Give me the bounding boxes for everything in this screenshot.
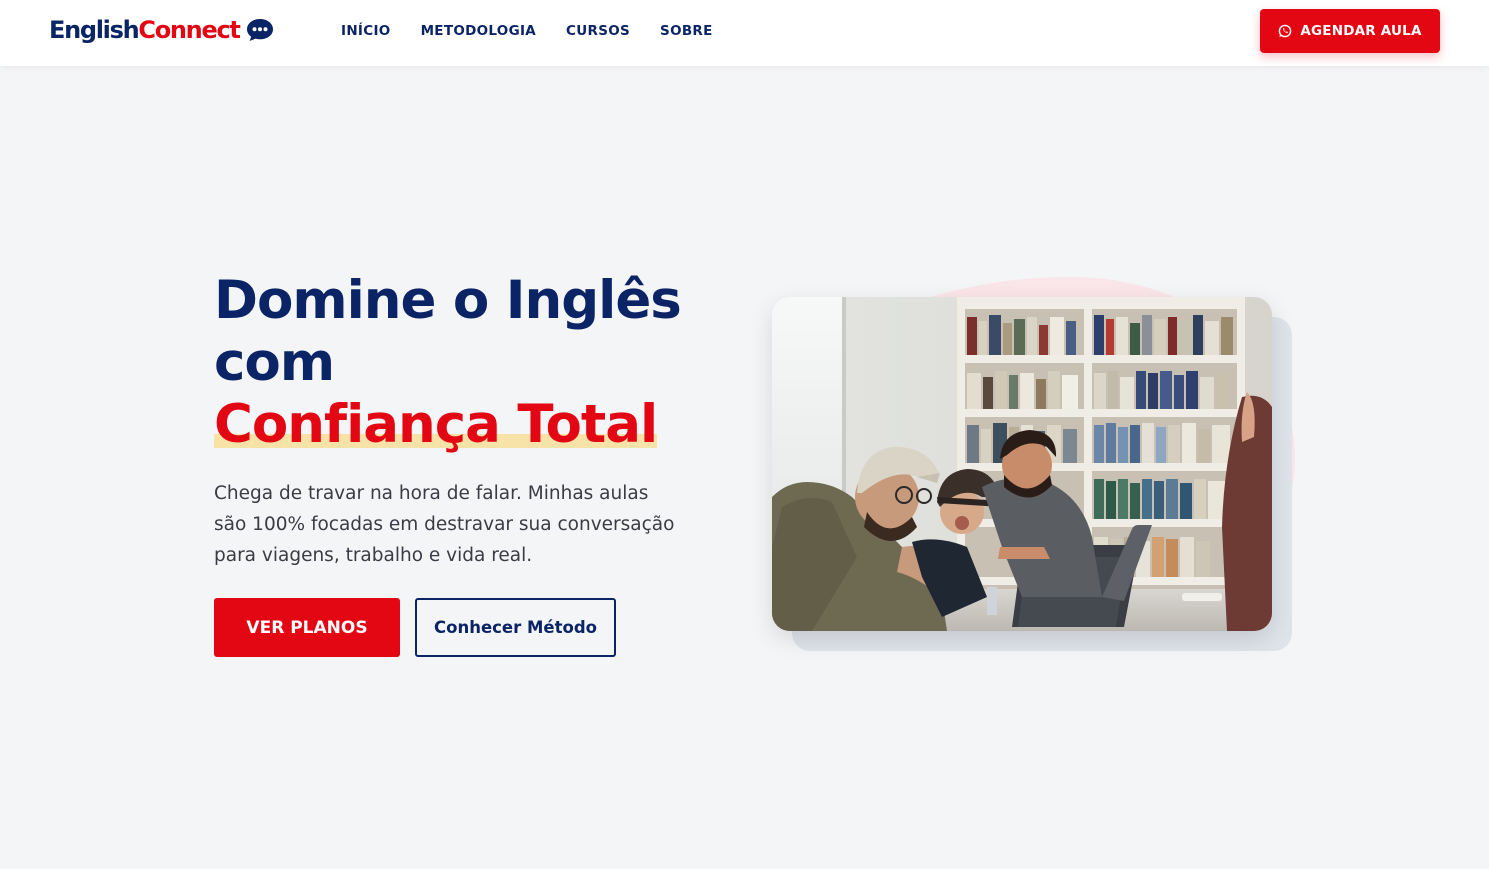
hero-subtitle: Chega de travar na hora de falar. Minhas…	[214, 483, 675, 566]
whatsapp-icon	[1278, 24, 1292, 38]
nav-inicio[interactable]: INÍCIO	[341, 22, 391, 40]
logo-text: EnglishConnect	[49, 15, 241, 45]
logo[interactable]: EnglishConnect	[49, 15, 274, 45]
learn-method-button[interactable]: Conhecer Método	[415, 598, 616, 657]
main-nav: INÍCIO METODOLOGIA CURSOS SOBRE	[341, 22, 713, 40]
nav-sobre[interactable]: SOBRE	[660, 22, 713, 40]
headline-line-1: Domine o Inglês	[214, 270, 682, 331]
chat-bubble-icon	[246, 18, 274, 42]
nav-cursos[interactable]: CURSOS	[566, 22, 630, 40]
hero-headline: Domine o Inglês com Confiança Total	[214, 270, 734, 456]
logo-connect: Connect	[138, 16, 240, 44]
navbar: EnglishConnect INÍCIO METODOLOGIA CURSOS…	[0, 0, 1489, 66]
headline-highlight-text: Confiança Total	[214, 394, 658, 455]
schedule-class-button[interactable]: AGENDAR AULA	[1260, 9, 1440, 53]
schedule-class-label: AGENDAR AULA	[1300, 23, 1422, 39]
hero-text: Domine o Inglês com Confiança Total Cheg…	[214, 270, 734, 571]
hero-image	[772, 297, 1272, 631]
headline-line-2: com	[214, 332, 335, 393]
hero-buttons: VER PLANOS Conhecer Método	[214, 598, 616, 657]
view-plans-button[interactable]: VER PLANOS	[214, 598, 400, 657]
headline-highlight: Confiança Total	[214, 394, 658, 456]
logo-english: English	[49, 16, 140, 44]
nav-metodologia[interactable]: METODOLOGIA	[421, 22, 536, 40]
